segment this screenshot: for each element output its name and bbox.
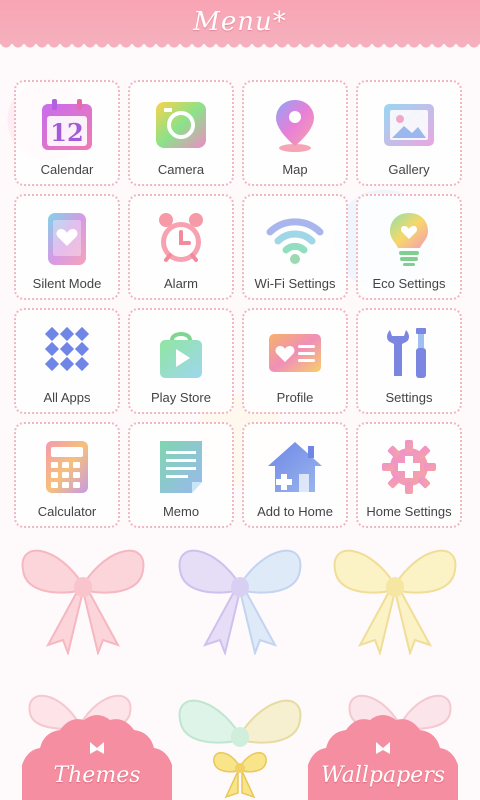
app-label: All Apps [43, 390, 91, 405]
app-tile-all-apps[interactable]: All Apps [14, 308, 120, 414]
app-tile-calculator[interactable]: Calculator [14, 422, 120, 528]
app-label: Gallery [388, 162, 430, 177]
app-label: Memo [162, 504, 200, 519]
gallery-icon [380, 96, 438, 154]
wifi-icon [266, 210, 324, 268]
yellow-bow-icon [333, 549, 457, 655]
app-tile-calendar[interactable]: 12 Calendar [14, 80, 120, 186]
app-label: Calculator [37, 504, 97, 519]
tools-icon [380, 324, 438, 382]
app-label: Eco Settings [372, 276, 446, 291]
app-tile-wifi[interactable]: Wi-Fi Settings [242, 194, 348, 300]
themes-button[interactable]: Themes [22, 710, 172, 800]
page-title: Menu* [193, 7, 287, 37]
app-grid-icon [38, 324, 96, 382]
lavender-bow-icon [178, 549, 302, 655]
app-tile-settings[interactable]: Settings [356, 308, 462, 414]
app-label: Profile [276, 390, 314, 405]
app-tile-profile[interactable]: Profile [242, 308, 348, 414]
wallpapers-button[interactable]: Wallpapers [308, 710, 458, 800]
app-label: Camera [157, 162, 205, 177]
app-tile-silent-mode[interactable]: Silent Mode [14, 194, 120, 300]
app-label: Home Settings [366, 504, 452, 519]
app-label: Add to Home [257, 504, 333, 519]
gear-plus-icon [380, 438, 438, 496]
camera-icon [152, 96, 210, 154]
app-label: Alarm [164, 276, 198, 291]
calendar-day: 12 [50, 118, 83, 147]
memo-icon [152, 438, 210, 496]
add-home-icon [266, 438, 324, 496]
play-store-icon [152, 324, 210, 382]
app-label: Map [282, 162, 308, 177]
lightbulb-icon [380, 210, 438, 268]
calculator-icon [38, 438, 96, 496]
app-tile-alarm[interactable]: Alarm [128, 194, 234, 300]
alarm-clock-icon [152, 210, 210, 268]
silent-mode-icon [38, 210, 96, 268]
wallpapers-label: Wallpapers [321, 763, 445, 788]
app-tile-add-to-home[interactable]: Add to Home [242, 422, 348, 528]
app-tile-camera[interactable]: Camera [128, 80, 234, 186]
small-yellow-bow-icon [213, 752, 267, 799]
app-tile-home-settings[interactable]: Home Settings [356, 422, 462, 528]
profile-card-icon [266, 324, 324, 382]
themes-label: Themes [53, 763, 141, 788]
app-label: Settings [385, 390, 433, 405]
app-tile-map[interactable]: Map [242, 80, 348, 186]
app-label: Wi-Fi Settings [254, 276, 336, 291]
app-label: Calendar [40, 162, 94, 177]
app-tile-gallery[interactable]: Gallery [356, 80, 462, 186]
calendar-icon: 12 [38, 96, 96, 154]
pink-bow-icon [21, 549, 145, 655]
app-tile-memo[interactable]: Memo [128, 422, 234, 528]
app-label: Play Store [151, 390, 211, 405]
app-tile-play-store[interactable]: Play Store [128, 308, 234, 414]
menu-header: Menu* [0, 0, 480, 50]
app-label: Silent Mode [32, 276, 102, 291]
app-grid: 12 Calendar Camera Map Gallery Silent Mo… [14, 80, 466, 528]
app-tile-eco-settings[interactable]: Eco Settings [356, 194, 462, 300]
map-pin-icon [266, 96, 324, 154]
